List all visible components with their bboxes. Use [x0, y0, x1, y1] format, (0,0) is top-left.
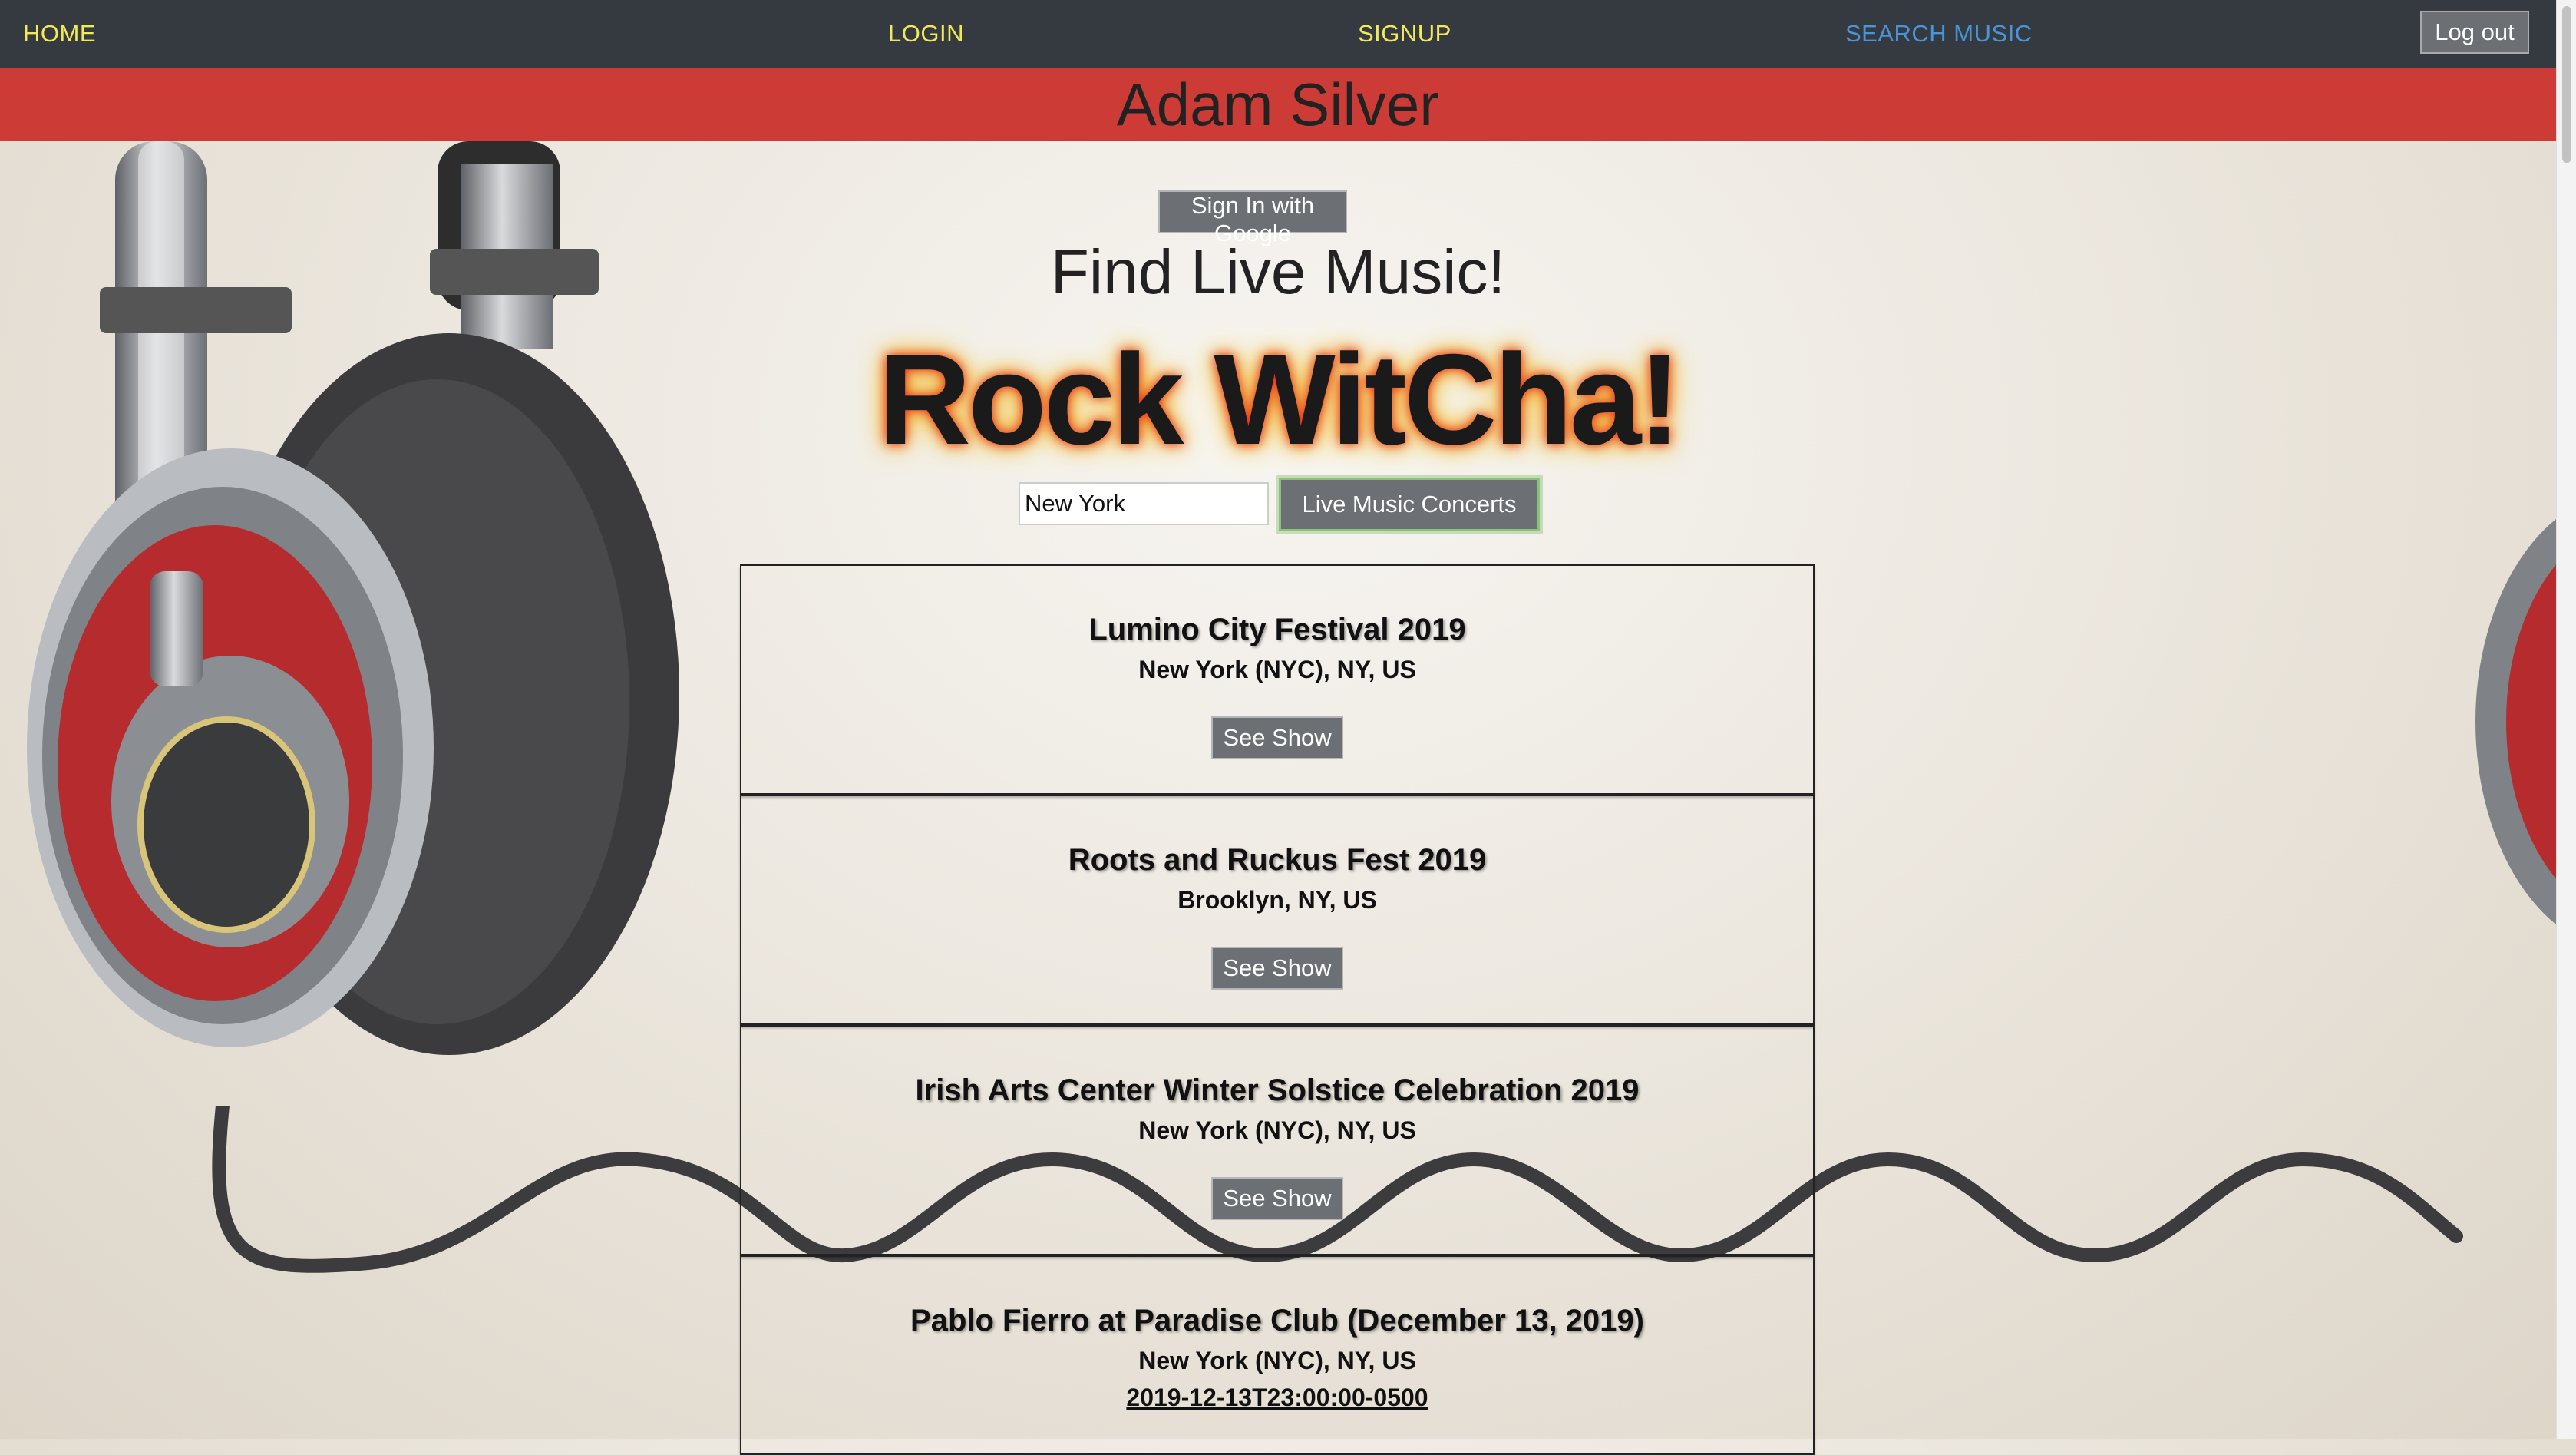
- live-music-concerts-button[interactable]: Live Music Concerts: [1279, 478, 1540, 531]
- see-show-button[interactable]: See Show: [1211, 716, 1343, 759]
- event-card: Roots and Ruckus Fest 2019 Brooklyn, NY,…: [740, 795, 1815, 1025]
- page-title: Find Live Music!: [1050, 237, 1506, 307]
- nav-home-link[interactable]: HOME: [23, 17, 96, 51]
- city-search-input[interactable]: [1019, 482, 1269, 525]
- event-date[interactable]: 2019-12-13T23:00:00-0500: [741, 1381, 1813, 1414]
- event-title: Lumino City Festival 2019: [1088, 613, 1466, 646]
- page-scrollbar[interactable]: [2556, 0, 2576, 1439]
- see-show-button[interactable]: See Show: [1211, 1177, 1343, 1220]
- event-card: Pablo Fierro at Paradise Club (December …: [740, 1255, 1815, 1455]
- event-card: Lumino City Festival 2019 New York (NYC)…: [740, 564, 1815, 795]
- event-location: Brooklyn, NY, US: [1177, 886, 1377, 914]
- see-show-button[interactable]: See Show: [1211, 947, 1343, 990]
- event-title: Pablo Fierro at Paradise Club (December …: [910, 1304, 1644, 1338]
- event-location: New York (NYC), NY, US: [1138, 1347, 1416, 1374]
- nav-search-music-link[interactable]: SEARCH MUSIC: [1845, 17, 2033, 51]
- scrollbar-thumb[interactable]: [2562, 6, 2571, 163]
- google-signin-button[interactable]: Sign In with Google: [1158, 190, 1347, 246]
- event-title: Irish Arts Center Winter Solstice Celebr…: [915, 1073, 1640, 1107]
- top-navbar: HOME LOGIN SIGNUP SEARCH MUSIC Log out: [0, 0, 2556, 68]
- nav-login-link[interactable]: LOGIN: [888, 17, 964, 51]
- nav-signup-link[interactable]: SIGNUP: [1358, 17, 1451, 51]
- event-location: New York (NYC), NY, US: [1138, 1116, 1416, 1144]
- event-location: New York (NYC), NY, US: [1138, 656, 1416, 683]
- event-card: Irish Arts Center Winter Solstice Celebr…: [740, 1025, 1815, 1255]
- logout-button[interactable]: Log out: [2420, 11, 2529, 54]
- user-banner: Adam Silver: [0, 68, 2556, 141]
- headphones-illustration-right: [2475, 519, 2556, 924]
- user-name: Adam Silver: [1116, 71, 1440, 138]
- event-title: Roots and Ruckus Fest 2019: [1068, 843, 1487, 877]
- brand-logo-text: Rock WitCha!: [877, 327, 1682, 471]
